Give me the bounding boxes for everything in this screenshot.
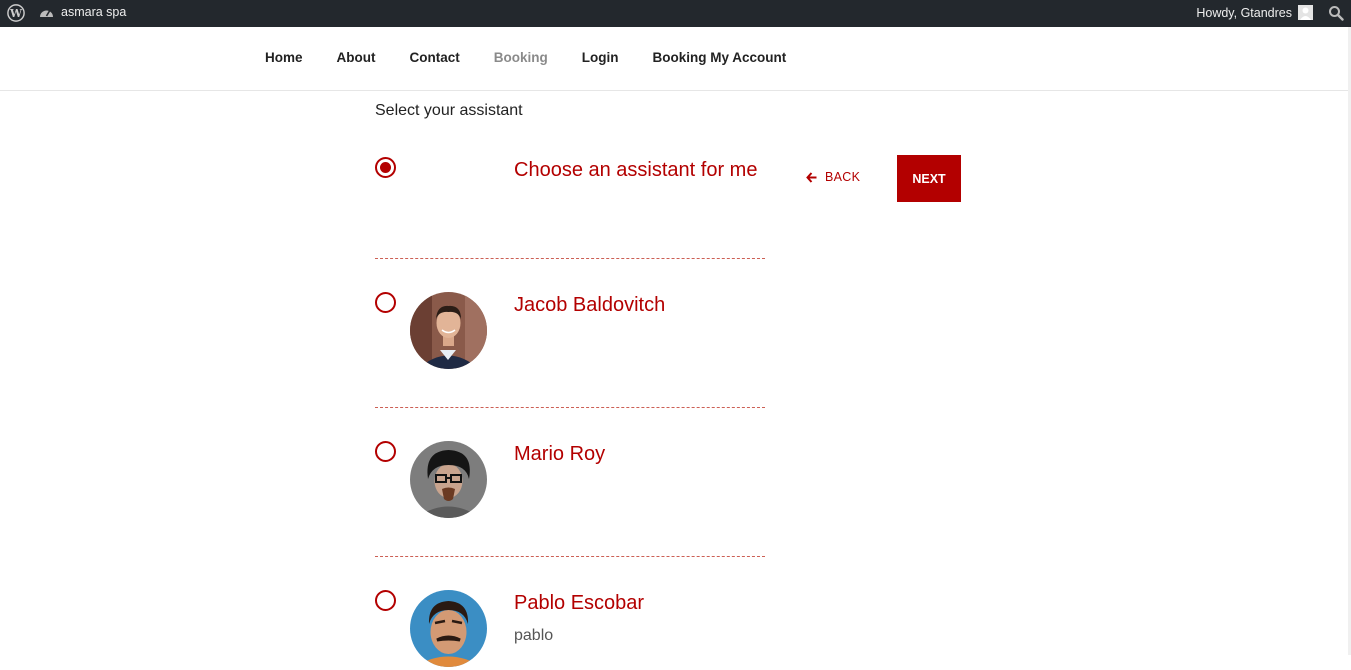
option-divider: [375, 556, 765, 557]
assistant-radio-jacob-baldovitch[interactable]: [375, 292, 396, 313]
assistant-name: Pablo Escobar: [514, 592, 645, 614]
search-icon[interactable]: [1328, 5, 1344, 21]
assistant-option-jacob-baldovitch[interactable]: Jacob Baldovitch: [375, 292, 765, 372]
nav-item-contact[interactable]: Contact: [410, 50, 460, 65]
wordpress-logo-icon[interactable]: W: [7, 4, 25, 22]
site-name: asmara spa: [61, 5, 127, 19]
nav-item-about[interactable]: About: [337, 50, 376, 65]
admin-bar: W asmara spa Howdy, Gtandres: [0, 0, 1351, 27]
assistant-radio-any[interactable]: [375, 157, 396, 178]
option-divider: [375, 258, 765, 259]
account-menu[interactable]: Howdy, Gtandres: [1196, 5, 1313, 20]
assistant-name: Jacob Baldovitch: [514, 294, 666, 316]
option-divider: [375, 407, 765, 408]
main-navigation: Home About Contact Booking Login Booking…: [0, 27, 1351, 91]
user-avatar-icon: [1298, 5, 1313, 20]
assistant-name: Mario Roy: [514, 443, 606, 465]
arrow-left-icon: [806, 171, 817, 183]
assistant-name: Choose an assistant for me: [514, 159, 758, 181]
section-heading: Select your assistant: [375, 102, 523, 119]
assistant-option-any[interactable]: Choose an assistant for me: [375, 157, 765, 237]
howdy-greeting: Howdy, Gtandres: [1196, 5, 1292, 20]
back-label: BACK: [825, 170, 861, 184]
next-button[interactable]: NEXT: [897, 155, 961, 202]
assistant-option-pablo-escobar[interactable]: Pablo Escobar pablo: [375, 590, 765, 670]
assistant-description: pablo: [514, 627, 554, 644]
assistant-photo-pablo-escobar: [410, 590, 487, 667]
assistant-radio-pablo-escobar[interactable]: [375, 590, 396, 611]
back-button[interactable]: BACK: [806, 170, 860, 184]
assistant-radio-mario-roy[interactable]: [375, 441, 396, 462]
assistant-photo-mario-roy: [410, 441, 487, 518]
nav-item-booking[interactable]: Booking: [494, 50, 548, 65]
nav-item-login[interactable]: Login: [582, 50, 619, 65]
nav-item-home[interactable]: Home: [265, 50, 303, 65]
nav-item-booking-my-account[interactable]: Booking My Account: [653, 50, 787, 65]
assistant-option-mario-roy[interactable]: Mario Roy: [375, 441, 765, 521]
assistant-photo-jacob-baldovitch: [410, 292, 487, 369]
svg-text:W: W: [9, 7, 23, 20]
site-name-link[interactable]: asmara spa: [39, 5, 126, 19]
dashboard-gauge-icon: [40, 10, 53, 17]
